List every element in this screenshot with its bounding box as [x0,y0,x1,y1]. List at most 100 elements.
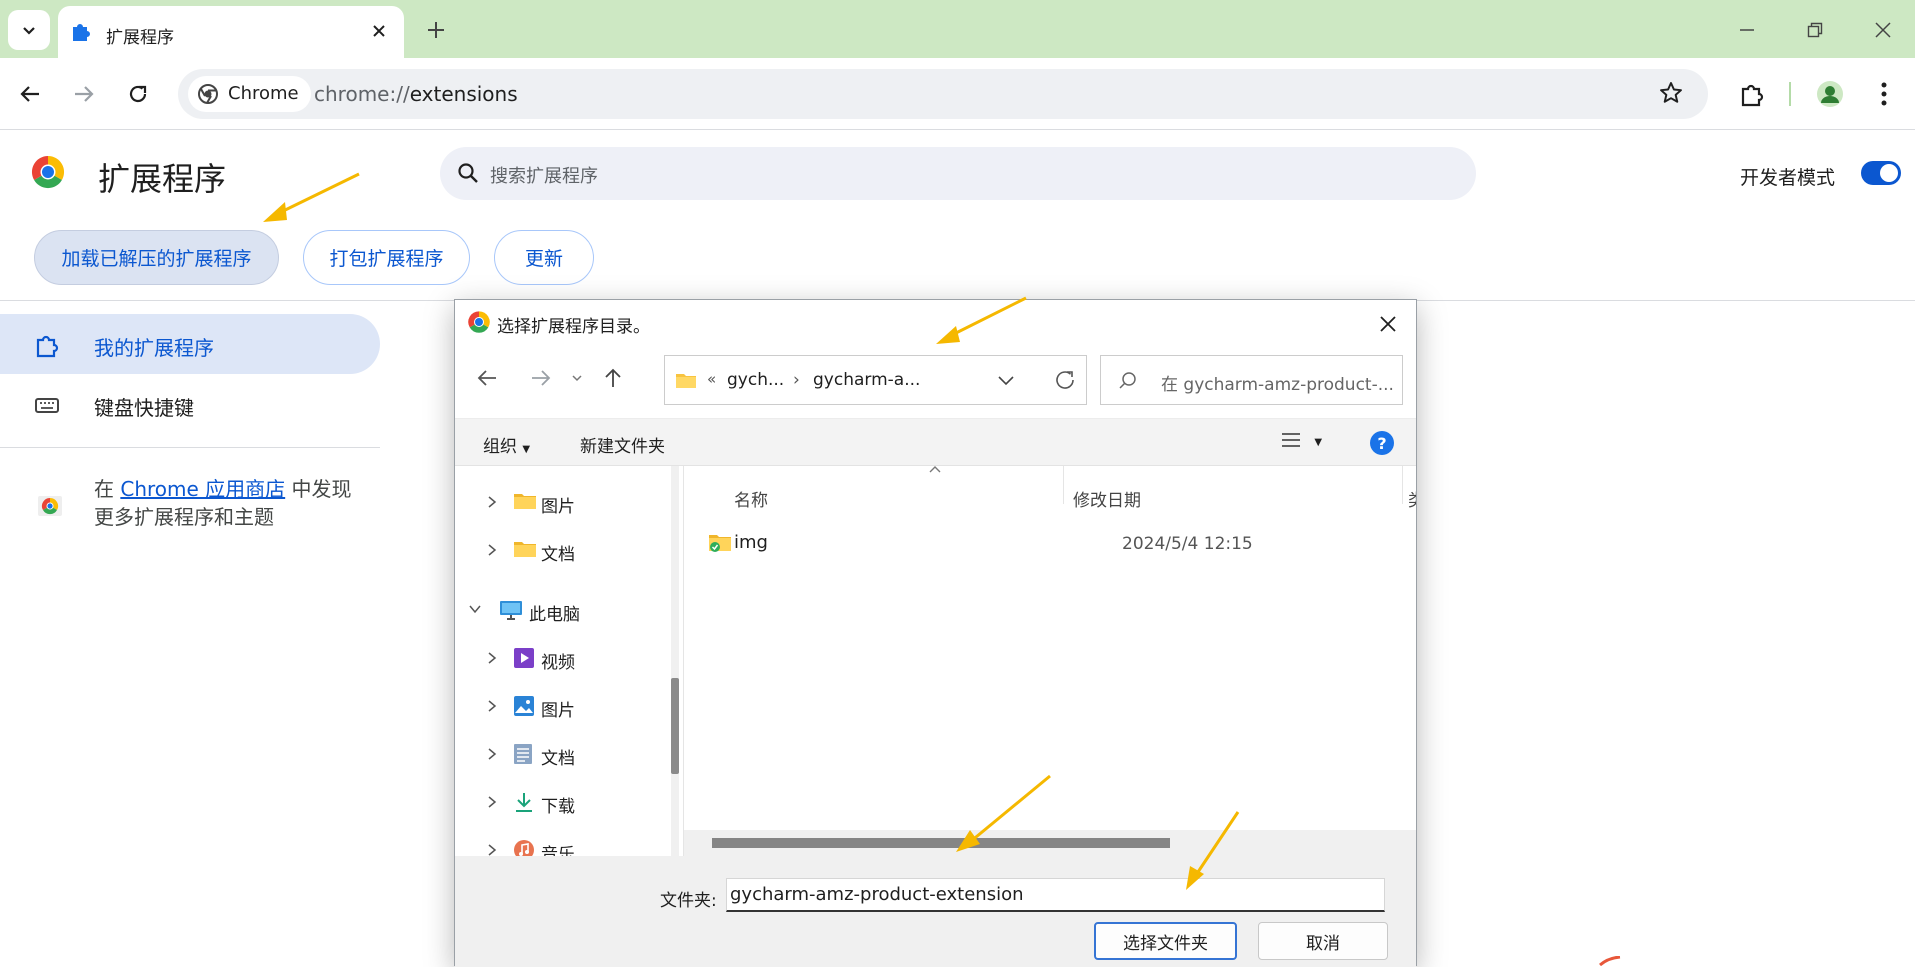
arrow-left-icon [477,370,496,386]
help-icon[interactable]: ? [1370,431,1394,455]
refresh-icon[interactable] [1052,367,1078,393]
sidebar-divider [0,447,380,448]
tree-item[interactable]: 文档 [455,530,655,570]
store-line2: 更多扩展程序和主题 [94,505,274,529]
breadcrumb-item[interactable]: gych... [727,370,784,390]
address-bar[interactable]: « gych... › gycharm-a... [664,355,1087,405]
folder-name-input[interactable] [726,878,1385,912]
sidebar-item-keyboard-shortcuts[interactable]: 键盘快捷键 [0,374,380,434]
column-header-modified[interactable]: 修改日期 [1073,486,1141,511]
tree-item[interactable]: 此电脑 [455,590,655,630]
chrome-logo-icon [198,84,218,104]
browser-toolbar: Chrome chrome://extensions [0,58,1915,130]
active-tab[interactable]: 扩展程序 [58,6,404,58]
recent-locations-button[interactable] [565,358,589,398]
scrollbar-thumb[interactable] [712,838,1170,848]
extensions-button[interactable] [1732,74,1772,114]
dialog-forward-button[interactable] [521,358,561,398]
dialog-close-button[interactable] [1368,304,1408,344]
breadcrumb-overflow[interactable]: « [707,370,716,388]
column-separator[interactable] [1063,466,1064,504]
organize-button[interactable]: 组织 ▼ [483,432,530,457]
menu-button[interactable] [1864,74,1904,114]
view-options-button[interactable]: ▼ [1281,431,1322,454]
column-separator[interactable] [1402,466,1403,504]
minimize-button[interactable] [1722,12,1772,48]
breadcrumb-item[interactable]: gycharm-a... [813,370,920,390]
store-prefix: 在 [94,477,121,501]
tree-item-label: 此电脑 [529,605,580,625]
tree-item-label: 图片 [541,497,575,517]
tree-item[interactable]: 下载 [455,782,655,822]
puzzle-icon [36,335,59,358]
command-bar: 组织 ▼ 新建文件夹 ▼ ? [455,418,1416,466]
folder-icon [514,542,536,557]
chevron-down-icon[interactable] [996,370,1016,390]
arrow-up-icon [605,368,621,387]
search-icon [1119,372,1136,389]
dialog-footer: 文件夹: 选择文件夹 取消 [455,856,1416,967]
tree-item[interactable]: 视频 [455,638,655,678]
tab-search-button[interactable] [8,10,50,50]
navigation-scrollbar[interactable] [671,466,679,856]
update-button[interactable]: 更新 [494,230,594,285]
search-icon [458,163,478,183]
url-scheme: chrome:// [314,82,410,106]
chevron-right-icon[interactable] [485,794,499,810]
tab-close-button[interactable] [366,18,392,44]
toolbar-separator [1789,82,1791,106]
dialog-back-button[interactable] [467,358,507,398]
dialog-search-placeholder: 在 gycharm-amz-product-... [1161,375,1394,395]
tree-item[interactable]: 音乐 [455,830,655,856]
tab-title: 扩展程序 [106,28,174,48]
dev-mode-toggle[interactable] [1861,161,1901,185]
sidebar-item-my-extensions[interactable]: 我的扩展程序 [0,314,380,374]
caret-down-icon: ▼ [1314,437,1323,448]
select-folder-button[interactable]: 选择文件夹 [1094,922,1237,960]
back-button[interactable] [12,76,48,112]
tree-item-label: 文档 [541,749,575,769]
web-store-link[interactable]: Chrome 应用商店 [120,477,285,501]
up-folder-button[interactable] [593,358,633,398]
url-path: extensions [409,82,518,106]
pack-extension-button[interactable]: 打包扩展程序 [303,230,470,285]
chevron-right-icon[interactable] [485,746,499,762]
restore-button[interactable] [1790,12,1840,48]
new-tab-button[interactable] [418,14,454,46]
omnibox[interactable]: Chrome chrome://extensions [178,69,1708,119]
dialog-search-input[interactable]: 在 gycharm-amz-product-... [1100,355,1403,405]
chevron-down-icon[interactable] [467,602,483,616]
close-icon [373,25,385,37]
annotation-arrow-icon [263,172,360,222]
file-row[interactable]: img 2024/5/4 12:15 文 [704,526,1414,562]
reload-button[interactable] [120,76,156,112]
window-close-button[interactable] [1858,12,1908,48]
column-header-type[interactable]: 类 [1408,486,1416,511]
chevron-right-icon[interactable] [485,542,499,558]
forward-button[interactable] [66,76,102,112]
restore-icon [1807,22,1823,38]
bookmark-star-icon[interactable] [1658,80,1684,106]
cancel-button[interactable]: 取消 [1258,922,1388,960]
chevron-down-icon [572,375,582,382]
column-header-name[interactable]: 名称 [734,486,768,511]
caret-down-icon: ▼ [522,444,531,455]
computer-icon [500,601,522,620]
download-icon [516,793,532,812]
tree-item[interactable]: 图片 [455,482,655,522]
chevron-right-icon[interactable] [485,494,499,510]
tree-item[interactable]: 文档 [455,734,655,774]
chip-label: Chrome [228,83,299,104]
chevron-right-icon[interactable] [485,842,499,856]
profile-button[interactable] [1810,74,1850,114]
music-icon [514,840,534,856]
load-unpacked-button[interactable]: 加载已解压的扩展程序 [34,230,279,285]
extensions-search[interactable]: 搜索扩展程序 [440,147,1476,200]
new-folder-button[interactable]: 新建文件夹 [580,432,665,457]
chevron-right-icon[interactable] [485,650,499,666]
arrow-right-icon [532,370,551,386]
tree-item[interactable]: 图片 [455,686,655,726]
chevron-right-icon[interactable] [485,698,499,714]
scrollbar-thumb[interactable] [671,678,679,774]
search-placeholder: 搜索扩展程序 [490,166,598,187]
